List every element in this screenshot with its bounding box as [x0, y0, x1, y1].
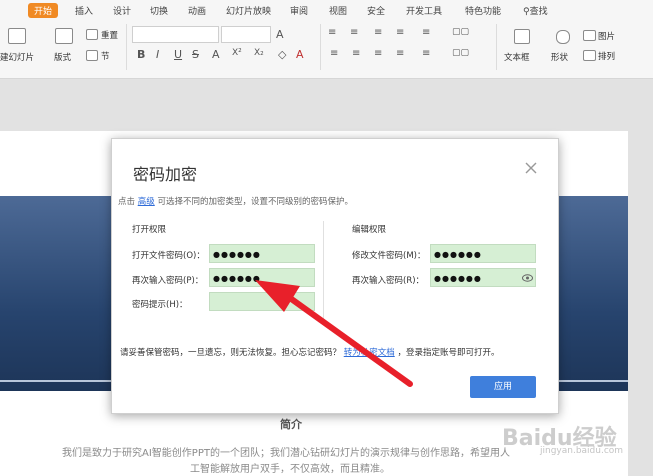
- indent-icon[interactable]: ≡: [374, 27, 382, 38]
- picture-button[interactable]: 图片: [598, 30, 615, 42]
- align-left-icon[interactable]: ≡: [330, 48, 338, 59]
- shape-button[interactable]: 形状: [551, 51, 568, 63]
- open-permission-heading: 打开权限: [132, 225, 167, 235]
- description-prefix: 点击: [118, 197, 136, 207]
- underline-button[interactable]: U: [174, 48, 182, 61]
- advanced-link[interactable]: 高级: [138, 197, 155, 207]
- tab-animation[interactable]: 动画: [188, 4, 206, 17]
- separator: [320, 24, 321, 70]
- distribute-icon[interactable]: ≡: [422, 48, 430, 59]
- text-shadow-button[interactable]: A: [212, 48, 220, 61]
- superscript-button[interactable]: X²: [232, 48, 242, 58]
- section-button[interactable]: 节: [101, 50, 110, 62]
- show-password-eye-icon[interactable]: [522, 274, 533, 282]
- clear-format-icon[interactable]: ◇: [278, 48, 286, 61]
- arrange-icon: [583, 50, 596, 61]
- increase-font-button[interactable]: A: [276, 28, 284, 41]
- edit-permission-heading: 编辑权限: [352, 225, 387, 235]
- ribbon-tab-bar: 开始 插入 设计 切换 动画 幻灯片放映 审阅 视图 安全 开发工具 特色功能 …: [0, 0, 653, 20]
- italic-button[interactable]: I: [156, 48, 159, 61]
- textbox-button[interactable]: 文本框: [504, 51, 530, 63]
- columns-icon[interactable]: ▢▢: [452, 48, 469, 58]
- slide-intro-title: 简介: [280, 418, 302, 431]
- arrange-button[interactable]: 排列: [598, 50, 615, 62]
- tab-design[interactable]: 设计: [113, 4, 131, 17]
- textbox-icon[interactable]: [514, 29, 530, 44]
- slide-intro-text-line2: 工智能解放用户双手，不仅高效，而且精准。: [190, 464, 390, 475]
- separator: [496, 24, 497, 70]
- search-label: 查找: [529, 7, 548, 17]
- edit-confirm-field[interactable]: ●●●●●●: [430, 268, 536, 287]
- strikethrough-button[interactable]: S: [192, 48, 199, 61]
- edit-confirm-value: ●●●●●●: [434, 274, 482, 283]
- numbered-list-icon[interactable]: ≡: [350, 27, 358, 38]
- tab-slideshow[interactable]: 幻灯片放映: [226, 4, 271, 17]
- bold-button[interactable]: B: [137, 48, 145, 61]
- notice-prefix: 请妥善保管密码，一旦遗忘，则无法恢复。担心忘记密码？: [120, 348, 342, 358]
- password-hint-field[interactable]: [209, 292, 315, 311]
- font-color-button[interactable]: A: [296, 48, 304, 61]
- outdent-icon[interactable]: ≡: [396, 27, 404, 38]
- align-center-icon[interactable]: ≡: [352, 48, 360, 59]
- tab-developer[interactable]: 开发工具: [406, 4, 442, 17]
- tab-security[interactable]: 安全: [367, 4, 385, 17]
- reset-button[interactable]: 重置: [101, 29, 118, 41]
- justify-icon[interactable]: ≡: [396, 48, 404, 59]
- edit-confirm-label: 再次输入密码(R)：: [352, 276, 425, 286]
- shape-icon[interactable]: [556, 30, 570, 44]
- line-spacing-icon[interactable]: ≡: [422, 27, 430, 38]
- bullet-list-icon[interactable]: ≡: [328, 27, 336, 38]
- description-suffix: 可选择不同的加密类型，设置不同级别的密码保护。: [157, 197, 353, 207]
- new-slide-icon[interactable]: [8, 28, 26, 44]
- layout-button[interactable]: 版式: [54, 51, 71, 63]
- search-icon: ⚲: [523, 7, 530, 17]
- dialog-description: 点击 高级 可选择不同的加密类型，设置不同级别的密码保护。: [118, 195, 353, 207]
- picture-icon: [583, 30, 596, 41]
- password-hint-label: 密码提示(H)：: [132, 300, 188, 310]
- tab-view[interactable]: 视图: [329, 4, 347, 17]
- private-document-link[interactable]: 转为私密文档: [344, 348, 395, 358]
- subscript-button[interactable]: X₂: [254, 48, 264, 58]
- text-direction-icon[interactable]: ▢▢: [452, 27, 469, 37]
- separator: [126, 24, 127, 70]
- apply-button[interactable]: 应用: [470, 376, 536, 398]
- open-password-label: 打开文件密码(O)：: [132, 251, 205, 261]
- password-encryption-dialog: 密码加密 点击 高级 可选择不同的加密类型，设置不同级别的密码保护。 打开权限 …: [111, 138, 559, 414]
- dialog-title: 密码加密: [133, 165, 198, 184]
- edit-password-field[interactable]: ●●●●●●: [430, 244, 536, 263]
- layout-icon[interactable]: [55, 28, 73, 44]
- align-right-icon[interactable]: ≡: [374, 48, 382, 59]
- search-button[interactable]: ⚲查找: [523, 4, 548, 17]
- new-slide-button[interactable]: 建幻灯片: [0, 51, 34, 63]
- font-name-select[interactable]: [132, 26, 219, 43]
- watermark-url: jingyan.baidu.com: [540, 446, 624, 456]
- password-notice: 请妥善保管密码，一旦遗忘，则无法恢复。担心忘记密码？ 转为私密文档 ，登录指定账…: [120, 346, 499, 358]
- slide-intro-text-line1: 我们是致力于研究AI智能创作PPT的一个团队；我们潜心钻研幻灯片的演示规律与创作…: [62, 448, 510, 459]
- font-size-select[interactable]: [221, 26, 271, 43]
- tab-features[interactable]: 特色功能: [465, 4, 501, 17]
- notice-suffix: ，登录指定账号即可打开。: [397, 348, 500, 358]
- close-icon[interactable]: [524, 161, 538, 175]
- section-divider: [323, 221, 324, 325]
- section-icon: [86, 50, 98, 61]
- tab-home[interactable]: 开始: [28, 3, 59, 18]
- tab-review[interactable]: 审阅: [290, 4, 308, 17]
- edit-password-label: 修改文件密码(M)：: [352, 251, 426, 261]
- reset-icon: [86, 29, 98, 40]
- open-confirm-field[interactable]: ●●●●●●: [209, 268, 315, 287]
- open-confirm-label: 再次输入密码(P)：: [132, 276, 204, 286]
- tab-insert[interactable]: 插入: [75, 4, 93, 17]
- ribbon-toolbar: 开始 插入 设计 切换 动画 幻灯片放映 审阅 视图 安全 开发工具 特色功能 …: [0, 0, 653, 79]
- open-password-field[interactable]: ●●●●●●: [209, 244, 315, 263]
- tab-transition[interactable]: 切换: [150, 4, 168, 17]
